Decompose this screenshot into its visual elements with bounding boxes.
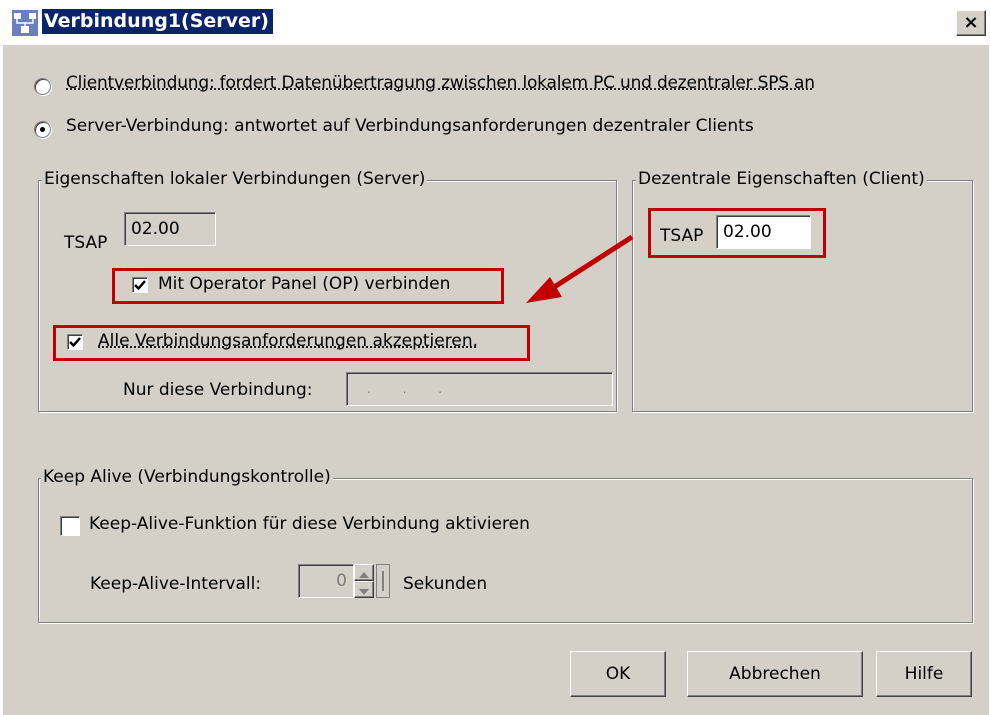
slider-grip-icon — [382, 571, 384, 591]
spinner-down-button[interactable] — [354, 581, 374, 598]
keep-alive-group — [38, 478, 973, 623]
spinner-up-button[interactable] — [354, 564, 374, 581]
red-arrow-icon — [526, 234, 634, 303]
client-connection-radio[interactable] — [34, 78, 51, 95]
server-connection-label[interactable]: Server-Verbindung: antwortet auf Verbind… — [66, 116, 754, 136]
keep-alive-enable-label[interactable]: Keep-Alive-Funktion für diese Verbindung… — [89, 514, 530, 534]
remote-tsap-label: TSAP — [660, 226, 704, 246]
interval-spinner[interactable] — [354, 564, 374, 598]
op-panel-checkbox[interactable] — [132, 277, 148, 293]
close-icon: × — [963, 12, 979, 33]
local-tsap-field[interactable]: 02.00 — [124, 212, 216, 246]
server-connection-radio[interactable] — [34, 121, 51, 138]
radio-selected-dot — [40, 127, 45, 132]
op-panel-label[interactable]: Mit Operator Panel (OP) verbinden — [158, 274, 450, 294]
accept-all-checkbox[interactable] — [67, 334, 83, 350]
close-button[interactable]: × — [956, 10, 986, 36]
spinner-down-icon — [359, 589, 369, 595]
local-properties-title: Eigenschaften lokaler Verbindungen (Serv… — [42, 169, 428, 189]
remote-tsap-field[interactable]: 02.00 — [716, 215, 811, 249]
checkmark-icon — [69, 337, 81, 348]
keep-alive-interval-field[interactable]: 0 — [298, 564, 354, 598]
keep-alive-title: Keep Alive (Verbindungskontrolle) — [41, 467, 333, 487]
remote-properties-title: Dezentrale Eigenschaften (Client) — [636, 169, 927, 189]
accept-all-label[interactable]: Alle Verbindungsanforderungen akzeptiere… — [98, 331, 478, 351]
help-button[interactable]: Hilfe — [876, 651, 972, 697]
window-title: Verbindung1(Server) — [42, 9, 273, 34]
keep-alive-unit-label: Sekunden — [403, 574, 488, 594]
keep-alive-interval-label: Keep-Alive-Intervall: — [90, 574, 262, 594]
cancel-button[interactable]: Abbrechen — [687, 651, 863, 697]
checkmark-icon — [134, 280, 146, 291]
spinner-up-icon — [359, 572, 369, 578]
title-bar: Verbindung1(Server) × — [2, 0, 988, 45]
ok-button[interactable]: OK — [570, 651, 666, 697]
only-this-connection-label: Nur diese Verbindung: — [123, 380, 313, 400]
only-this-connection-field[interactable]: . . . — [346, 372, 613, 406]
spinner-slider-handle[interactable] — [376, 564, 390, 598]
network-connection-icon — [12, 10, 38, 36]
client-connection-label[interactable]: Clientverbindung: fordert Datenübertragu… — [66, 73, 815, 93]
local-tsap-label: TSAP — [64, 233, 108, 253]
keep-alive-checkbox[interactable] — [60, 516, 80, 536]
